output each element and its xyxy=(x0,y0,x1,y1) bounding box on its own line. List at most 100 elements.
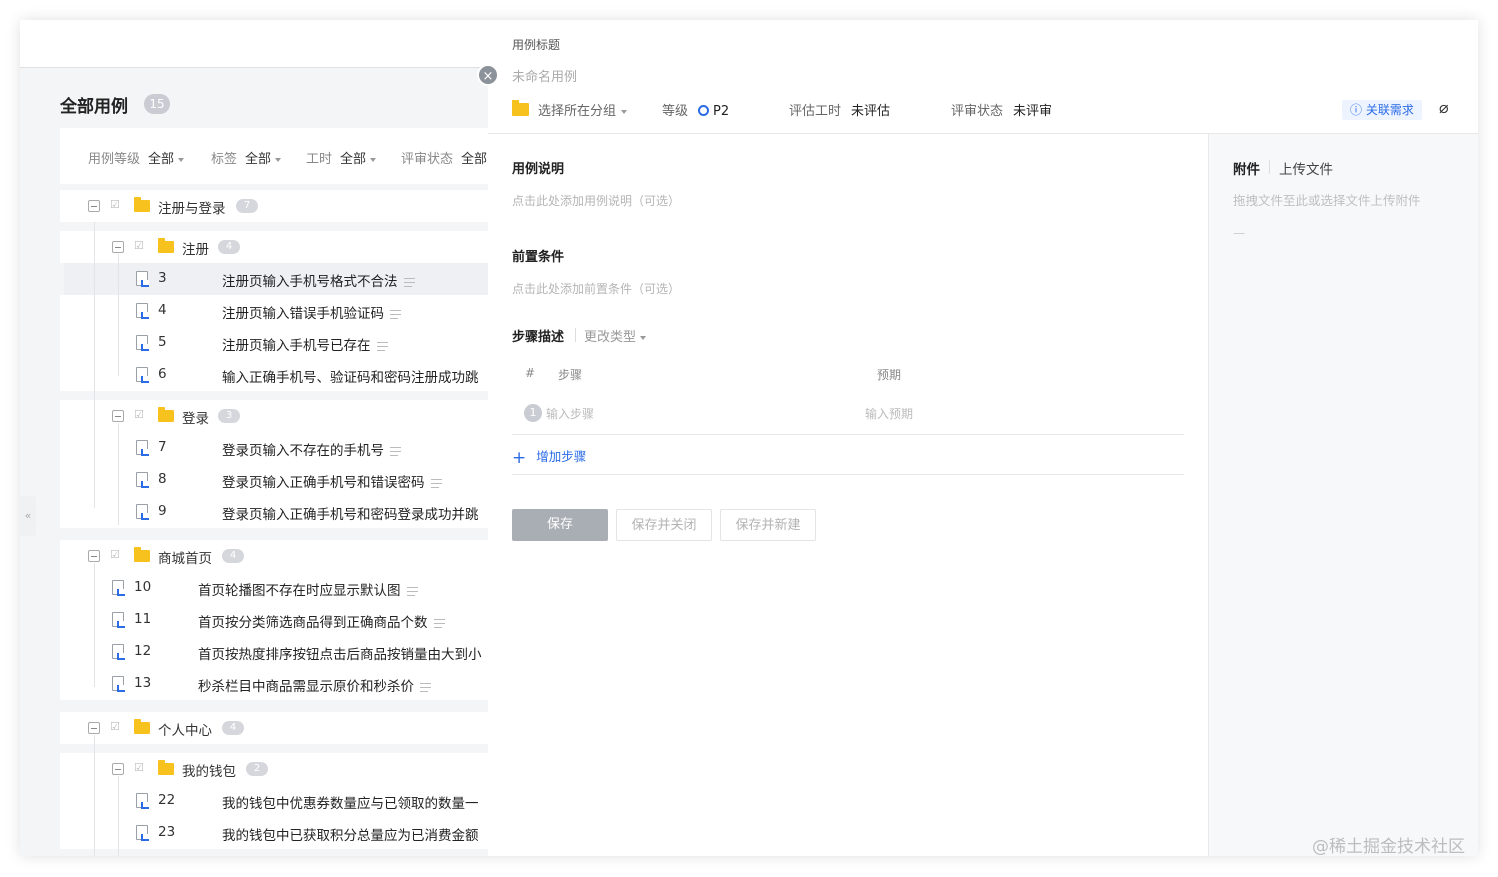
case-id: 12 xyxy=(134,643,152,659)
group-name: 注册与登录 xyxy=(158,201,226,217)
review-label: 评审状态 xyxy=(951,104,1004,119)
double-chevron-left-icon: « xyxy=(24,509,32,522)
filter-review[interactable]: 评审状态 全部 xyxy=(401,148,487,167)
case-title: 输入正确手机号、验证码和密码注册成功跳 xyxy=(222,370,479,386)
case-title: 注册页输入错误手机验证码 xyxy=(222,302,401,322)
review-field[interactable]: 评审状态 未评审 xyxy=(951,100,1052,119)
change-type-label: 更改类型 xyxy=(584,330,637,345)
group-count: 3 xyxy=(218,409,240,423)
case-list-panel: 全部用例 15 用例等级 全部 标签 全部 工时 全部 评审状态 全部 ☑ 注册与登录 … xyxy=(20,20,490,856)
group-row[interactable]: ☑ 登录 3 xyxy=(60,400,490,432)
group-row[interactable]: ☑ 注册 4 xyxy=(60,231,490,263)
estimate-field[interactable]: 评估工时 未评估 xyxy=(789,100,890,119)
group-count: 4 xyxy=(222,549,244,563)
chevron-down-icon xyxy=(621,109,628,114)
upload-file-button[interactable]: 上传文件 xyxy=(1279,158,1333,178)
folder-icon xyxy=(158,238,174,253)
save-and-new-button[interactable]: 保存并新建 xyxy=(720,509,816,541)
table-row[interactable]: 22 我的钱包中优惠券数量应与已领取的数量一 xyxy=(60,785,490,817)
case-title: 登录页输入正确手机号和错误密码 xyxy=(222,471,442,491)
attachment-drop-hint[interactable]: 拖拽文件至此或选择文件上传附件 xyxy=(1233,190,1421,209)
case-title-text: 注册页输入手机号格式不合法 xyxy=(222,274,398,290)
group-count: 4 xyxy=(222,721,244,735)
change-type-dropdown[interactable]: 更改类型 xyxy=(584,326,647,345)
checklist-icon: ☑ xyxy=(134,761,144,774)
collapse-panel-button[interactable]: « xyxy=(20,496,36,536)
table-row[interactable]: 23 我的钱包中已获取积分总量应为已消费金额 xyxy=(60,817,490,849)
table-row[interactable]: 5 注册页输入手机号已存在 xyxy=(60,327,490,359)
description-input[interactable]: 点击此处添加用例说明（可选） xyxy=(512,192,680,209)
estimate-value: 未评估 xyxy=(851,104,891,119)
collapse-icon[interactable] xyxy=(112,241,124,253)
group-count: 2 xyxy=(246,762,268,776)
tree-guide-line xyxy=(94,563,95,687)
filter-tag[interactable]: 标签 全部 xyxy=(211,148,282,167)
group-count: 7 xyxy=(236,199,258,213)
collapse-icon[interactable] xyxy=(88,722,100,734)
test-case-icon xyxy=(112,676,125,692)
case-title: 注册页输入手机号格式不合法 xyxy=(222,270,415,290)
table-row[interactable]: 13 秒杀栏目中商品需显示原价和秒杀价 xyxy=(60,668,490,700)
precondition-input[interactable]: 点击此处添加前置条件（可选） xyxy=(512,280,680,297)
group-row[interactable]: ☑ 商城首页 4 xyxy=(60,540,490,572)
attachment-empty-dash: — xyxy=(1233,226,1245,240)
estimate-label: 评估工时 xyxy=(789,104,842,119)
description-icon xyxy=(420,682,431,692)
test-case-icon xyxy=(112,612,125,628)
step-divider xyxy=(512,434,1184,435)
expect-input[interactable]: 输入预期 xyxy=(865,405,913,422)
test-case-icon xyxy=(136,303,149,319)
case-id: 22 xyxy=(158,792,176,808)
test-case-icon xyxy=(136,367,149,383)
step-input[interactable]: 输入步骤 xyxy=(546,405,594,422)
collapse-icon[interactable] xyxy=(88,550,100,562)
folder-icon xyxy=(134,547,150,562)
group-name: 我的钱包 xyxy=(182,764,236,780)
table-row[interactable]: 6 输入正确手机号、验证码和密码注册成功跳 xyxy=(60,359,490,391)
collapse-icon[interactable] xyxy=(112,763,124,775)
close-icon: × xyxy=(482,69,494,84)
review-value: 未评审 xyxy=(1013,104,1053,119)
group-select-label: 选择所在分组 xyxy=(538,104,617,119)
table-row[interactable]: 12 首页按热度排序按钮点击后商品按销量由大到小 xyxy=(60,636,490,668)
collapse-icon[interactable] xyxy=(88,200,100,212)
level-field[interactable]: 等级 P2 xyxy=(662,100,729,119)
attachment-separator xyxy=(1269,160,1270,174)
table-row[interactable]: 11 首页按分类筛选商品得到正确商品个数 xyxy=(60,604,490,636)
table-row[interactable]: 4 注册页输入错误手机验证码 xyxy=(60,295,490,327)
table-row[interactable]: 9 登录页输入正确手机号和密码登录成功并跳 xyxy=(60,496,490,528)
description-title: 用例说明 xyxy=(512,162,565,177)
group-row[interactable]: ☑ 我的钱包 2 xyxy=(60,753,490,785)
description-icon xyxy=(390,446,401,456)
case-id: 9 xyxy=(158,503,167,519)
close-drawer-button[interactable]: × xyxy=(477,64,499,86)
description-icon xyxy=(406,586,418,596)
group-row[interactable]: ☑ 个人中心 4 xyxy=(60,712,490,744)
plus-icon: + xyxy=(512,448,527,468)
table-row[interactable]: 3 注册页输入手机号格式不合法 xyxy=(64,263,490,295)
filter-hours[interactable]: 工时 全部 xyxy=(306,148,377,167)
save-button[interactable]: 保存 xyxy=(512,509,608,541)
attachment-clip-icon[interactable]: ⌀ xyxy=(1439,98,1449,117)
priority-circle-icon xyxy=(698,105,710,116)
link-requirement-button[interactable]: ⓘ 关联需求 xyxy=(1342,100,1422,120)
case-title-input[interactable]: 未命名用例 xyxy=(512,66,577,85)
table-row[interactable]: 7 登录页输入不存在的手机号 xyxy=(60,432,490,464)
filter-level[interactable]: 用例等级 全部 xyxy=(88,148,185,167)
test-case-icon xyxy=(112,580,125,596)
group-select[interactable]: 选择所在分组 xyxy=(538,100,628,119)
folder-icon xyxy=(158,760,174,775)
table-row[interactable]: 8 登录页输入正确手机号和错误密码 xyxy=(60,464,490,496)
case-id: 8 xyxy=(158,471,167,487)
group-name: 注册 xyxy=(182,242,209,258)
group-row[interactable]: ☑ 注册与登录 7 xyxy=(60,190,490,222)
filter-bar: 用例等级 全部 标签 全部 工时 全部 评审状态 全部 xyxy=(60,128,490,184)
tree-guide-line xyxy=(118,776,119,856)
description-icon xyxy=(403,277,415,287)
case-title-text: 首页轮播图不存在时应显示默认图 xyxy=(198,583,401,599)
save-and-close-button[interactable]: 保存并关闭 xyxy=(616,509,712,541)
filter-hours-label: 工时 xyxy=(306,152,333,167)
table-row[interactable]: 10 首页轮播图不存在时应显示默认图 xyxy=(60,572,490,604)
add-step-button[interactable]: + 增加步骤 xyxy=(512,446,586,468)
collapse-icon[interactable] xyxy=(112,410,124,422)
